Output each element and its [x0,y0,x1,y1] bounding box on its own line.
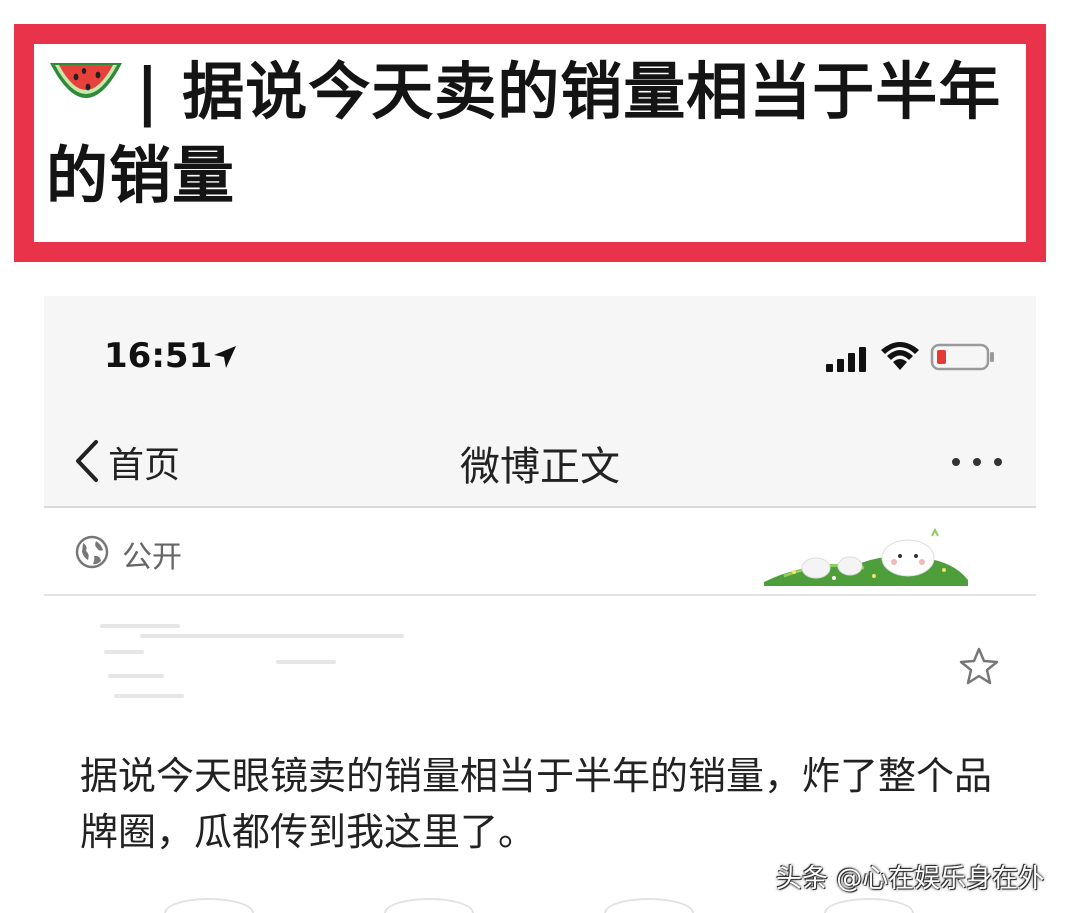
blurred-author-info [108,674,164,678]
status-time: 16:51 [104,336,213,376]
nav-title: 微博正文 [460,444,620,490]
watermark: 头条 @心在娱乐身在外 [776,864,1045,894]
author-row [44,596,1036,726]
favorite-star-icon[interactable] [958,646,1000,686]
battery-icon [930,343,994,371]
action-button-edge[interactable] [824,898,914,913]
action-button-edge[interactable] [384,898,474,913]
globe-icon [75,535,109,569]
navigation-bar: 首页 微博正文 [44,416,1036,508]
blurred-author-info [276,660,336,664]
action-button-edge[interactable] [604,898,694,913]
watermelon-icon [50,63,122,98]
blurred-author-info [104,650,144,654]
title-banner: | 据说今天卖的销量相当于半年的销量 [14,24,1046,262]
banner-title: 据说今天卖的销量相当于半年的销量 [46,55,1002,212]
cellular-signal-icon [826,347,866,372]
more-options-icon[interactable] [948,454,1006,470]
action-button-edge[interactable] [164,898,254,913]
wifi-icon [881,342,919,370]
visibility-row: 公开 [44,510,1036,596]
decorative-card-art [764,527,968,586]
banner-title-line: | 据说今天卖的销量相当于半年的销量 [46,50,1026,218]
blurred-author-info [114,694,184,698]
blurred-author-info [100,624,180,628]
post-text: 据说今天眼镜卖的销量相当于半年的销量，炸了整个品牌圈，瓜都传到我这里了。 [80,754,993,854]
location-arrow-icon [214,346,236,368]
status-bar: 16:51 [44,296,1036,416]
screenshot: | 据说今天卖的销量相当于半年的销量 16:51 首页 微博正文 公开 据说今天… [0,0,1080,913]
blurred-author-info [140,634,404,638]
phone-screenshot: 16:51 首页 微博正文 公开 据说今天眼镜卖的销量相当于半年的销量，炸了整个… [44,296,1036,913]
banner-separator: | [136,55,160,128]
visibility-label: 公开 [122,540,182,575]
